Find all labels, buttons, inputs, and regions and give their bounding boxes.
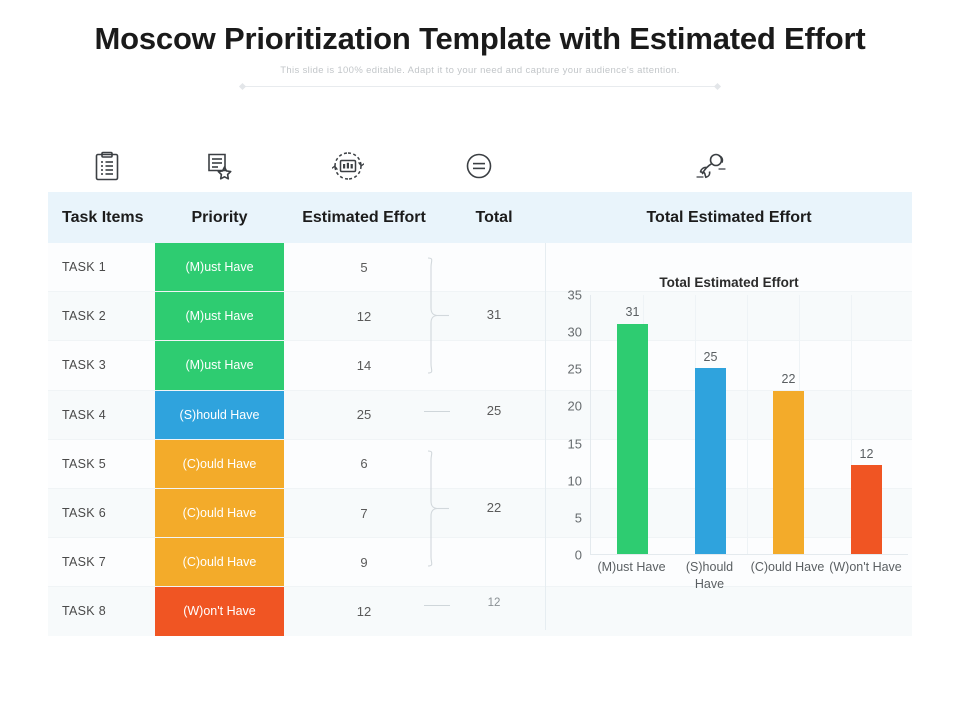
bar-wont-have[interactable] <box>851 464 882 554</box>
cell-task: TASK 7 <box>62 555 106 570</box>
cell-priority: (C)ould Have <box>155 538 284 587</box>
cell-priority: (S)hould Have <box>155 390 284 439</box>
column-icon-row <box>48 140 912 192</box>
divider-rule <box>245 86 715 87</box>
diamond-left-icon <box>238 82 247 91</box>
cell-priority: (M)ust Have <box>155 243 284 292</box>
bar-value-label: 31 <box>625 305 640 319</box>
y-axis-tick: 15 <box>567 436 582 452</box>
document-star-icon <box>177 140 262 192</box>
y-axis-tick: 10 <box>567 473 582 489</box>
refresh-chart-icon <box>305 140 390 192</box>
x-axis-tick: (C)ould Have <box>750 560 825 574</box>
x-axis-tick: (M)ust Have <box>597 560 666 574</box>
bar-value-label: 25 <box>703 350 718 364</box>
decorative-divider <box>0 82 960 91</box>
cell-task: TASK 6 <box>62 506 106 521</box>
equals-circle-icon <box>436 140 521 192</box>
cell-effort: 9 <box>360 554 368 570</box>
chart-title: Total Estimated Effort <box>659 275 799 290</box>
cell-priority: (W)on't Have <box>155 587 284 636</box>
table-header-row: Task Items Priority Estimated Effort Tot… <box>48 192 912 243</box>
cell-effort: 14 <box>356 357 372 373</box>
content-panel: Task Items Priority Estimated Effort Tot… <box>48 192 912 636</box>
column-header-priority: Priority <box>191 209 248 226</box>
column-header-estimated-effort: Estimated Effort <box>302 209 426 226</box>
cell-effort: 5 <box>360 259 368 275</box>
cell-task: TASK 2 <box>62 309 106 324</box>
column-header-total-estimated-effort: Total Estimated Effort <box>646 209 812 226</box>
y-axis-tick: 30 <box>567 324 582 340</box>
chart-plot-area: 31 25 22 12 <box>590 295 908 555</box>
group-total-wont: 12 <box>487 597 501 609</box>
bar-must-have[interactable] <box>617 323 648 554</box>
chart-x-axis: (M)ust Have (S)hould Have (C)ould Have (… <box>590 559 908 605</box>
chart-panel: Total Estimated Effort 35 30 25 20 15 10… <box>546 243 912 630</box>
page-subtitle: This slide is 100% editable. Adapt it to… <box>280 65 680 76</box>
y-axis-tick: 5 <box>574 510 582 526</box>
x-axis-tick: (W)on't Have <box>829 560 902 574</box>
diamond-right-icon <box>713 82 722 91</box>
bar-value-label: 12 <box>859 447 874 461</box>
cell-effort: 12 <box>356 603 372 619</box>
chart-y-axis: 35 30 25 20 15 10 5 0 <box>546 288 586 563</box>
cell-effort: 25 <box>356 407 372 423</box>
y-axis-tick: 0 <box>574 547 582 563</box>
y-axis-tick: 20 <box>567 398 582 414</box>
cell-effort: 7 <box>360 505 368 521</box>
cell-task: TASK 1 <box>62 260 106 275</box>
bar-could-have[interactable] <box>773 390 804 554</box>
clipboard-icon <box>64 140 149 192</box>
cell-effort: 12 <box>356 308 372 324</box>
page-title: Moscow Prioritization Template with Esti… <box>94 21 866 56</box>
y-axis-tick: 35 <box>567 287 582 303</box>
y-axis-tick: 25 <box>567 361 582 377</box>
cell-task: TASK 3 <box>62 358 106 373</box>
chart-plot: 35 30 25 20 15 10 5 0 31 25 22 12 (M)ust… <box>546 288 912 591</box>
cell-task: TASK 4 <box>62 407 106 422</box>
group-total-could: 22 <box>486 500 502 515</box>
rocket-icon <box>668 140 753 192</box>
x-axis-tick: (S)hould Have <box>685 560 734 591</box>
cell-priority: (M)ust Have <box>155 341 284 390</box>
cell-priority: (C)ould Have <box>155 488 284 538</box>
cell-priority: (C)ould Have <box>155 439 284 488</box>
cell-effort: 6 <box>360 456 368 472</box>
cell-task: TASK 5 <box>62 456 106 471</box>
cell-task: TASK 8 <box>62 604 106 619</box>
group-total-must: 31 <box>486 307 502 322</box>
group-total-should: 25 <box>486 403 502 418</box>
cell-priority: (M)ust Have <box>155 292 284 341</box>
column-header-total: Total <box>475 209 513 226</box>
gridline <box>747 295 748 554</box>
bar-should-have[interactable] <box>695 368 726 554</box>
bar-value-label: 22 <box>781 372 796 386</box>
